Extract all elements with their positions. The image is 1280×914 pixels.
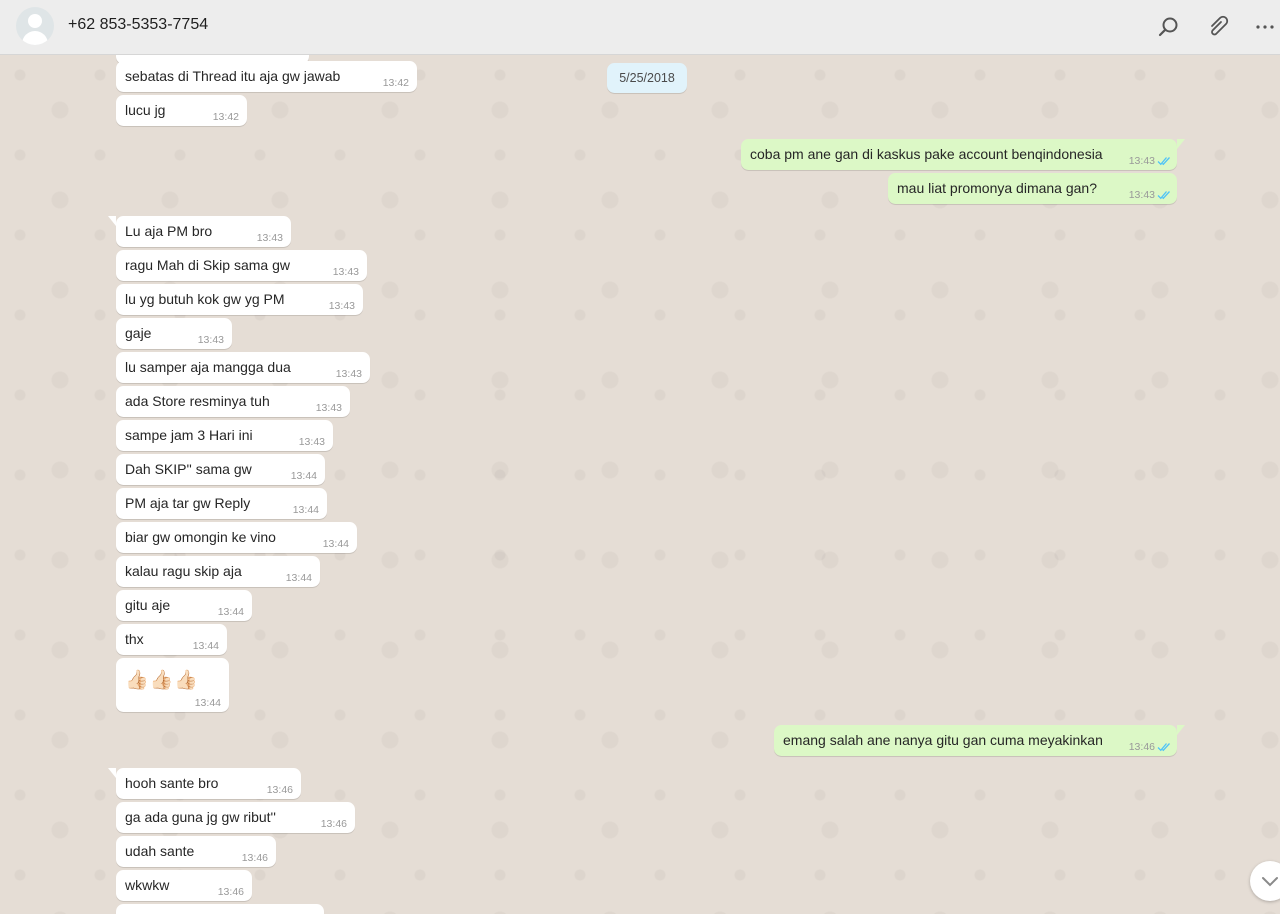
message-incoming[interactable]: lu samper aja mangga dua 13:43: [116, 352, 370, 383]
message-incoming[interactable]: biar gw omongin ke vino 13:44: [116, 522, 357, 553]
bubble-tail: [108, 216, 116, 226]
message-time: 13:44: [285, 572, 312, 584]
message-text: kalau ragu skip aja: [125, 563, 242, 579]
message-time: 13:42: [382, 77, 409, 89]
message-time: 13:44: [192, 640, 219, 652]
message-text: Lu aja PM bro: [125, 223, 213, 239]
message-time: 13:46: [266, 784, 293, 796]
message-incoming[interactable]: Lu aja PM bro 13:43: [108, 216, 291, 247]
message-time: 13:43: [315, 402, 342, 414]
message-time: 13:43: [1128, 155, 1155, 167]
message-text: thx: [125, 631, 144, 647]
message-incoming[interactable]: kalau ragu skip aja 13:44: [116, 556, 320, 587]
message-incoming[interactable]: lu yg butuh kok gw yg PM 13:43: [116, 284, 363, 315]
message-incoming[interactable]: gitu aje 13:44: [116, 590, 252, 621]
date-divider: 5/25/2018: [607, 63, 687, 93]
message-time: 13:44: [322, 538, 349, 550]
message-outgoing[interactable]: mau liat promonya dimana gan? 13:43: [888, 173, 1177, 204]
message-time: 13:44: [194, 697, 221, 709]
message-time: 13:43: [335, 368, 362, 380]
message-time: 13:42: [212, 111, 239, 123]
attach-icon[interactable]: [1204, 14, 1230, 40]
message-time: 13:44: [290, 470, 317, 482]
message-text: biar gw omongin ke vino: [125, 529, 276, 545]
message-text: coba pm ane gan di kaskus pake account b…: [750, 146, 1103, 162]
chevron-down-icon: [1262, 877, 1278, 887]
thumbs-up-emoji: 👍🏻👍🏻👍🏻: [125, 670, 199, 691]
message-text: sebatas di Thread itu aja gw jawab: [125, 68, 341, 84]
message-time: 13:43: [197, 334, 224, 346]
contact-avatar[interactable]: [16, 7, 54, 45]
chat-panel[interactable]: 5/25/2018 sebatas di Thread itu aja gw j…: [0, 55, 1280, 914]
message-time: 13:44: [292, 504, 319, 516]
message-text: gitu aje: [125, 597, 171, 613]
message-text: lu yg butuh kok gw yg PM: [125, 291, 285, 307]
message-time: 13:43: [332, 266, 359, 278]
message-outgoing[interactable]: emang salah ane nanya gitu gan cuma meya…: [774, 725, 1185, 756]
message-time: 13:46: [320, 818, 347, 830]
message-text: sampe jam 3 Hari ini: [125, 427, 253, 443]
message-text: mau liat promonya dimana gan?: [897, 180, 1098, 196]
message-incoming[interactable]: Dah SKIP'' sama gw 13:44: [116, 454, 325, 485]
avatar-body-shape: [22, 31, 48, 45]
double-check-icon: [1157, 743, 1170, 752]
message-incoming[interactable]: wkwkw 13:46: [116, 870, 252, 901]
bubble-tail: [108, 768, 116, 778]
message-incoming[interactable]: PM aja tar gw Reply 13:44: [116, 488, 327, 519]
message-incoming[interactable]: ada Store resminya tuh 13:43: [116, 386, 350, 417]
message-time: 13:43: [328, 300, 355, 312]
message-incoming[interactable]: ga ada guna jg gw ribut'' 13:46: [116, 802, 355, 833]
avatar-head-shape: [28, 14, 42, 28]
message-text: hooh sante bro: [125, 775, 219, 791]
message-incoming[interactable]: thx 13:44: [116, 624, 227, 655]
chat-header: +62 853-5353-7754: [0, 0, 1280, 55]
double-check-icon: [1157, 191, 1170, 200]
message-time: 13:46: [217, 886, 244, 898]
message-text: lu samper aja mangga dua: [125, 359, 291, 375]
message-text: lucu jg: [125, 102, 166, 118]
double-check-icon: [1157, 157, 1170, 166]
menu-icon[interactable]: [1252, 14, 1278, 40]
message-time: 13:43: [298, 436, 325, 448]
message-text: wkwkw: [125, 877, 170, 893]
message-text: PM aja tar gw Reply: [125, 495, 251, 511]
message-text: ragu Mah di Skip sama gw: [125, 257, 290, 273]
message-incoming[interactable]: sampe jam 3 Hari ini 13:43: [116, 420, 333, 451]
message-incoming[interactable]: ragu Mah di Skip sama gw 13:43: [116, 250, 367, 281]
message-incoming[interactable]: gaje 13:43: [116, 318, 232, 349]
message-incoming[interactable]: lucu jg 13:42: [116, 95, 247, 126]
message-text: udah sante: [125, 843, 195, 859]
bubble-tail: [1177, 139, 1185, 149]
search-icon[interactable]: [1156, 14, 1182, 40]
message-text: ga ada guna jg gw ribut'': [125, 809, 276, 825]
message-text: ada Store resminya tuh: [125, 393, 270, 409]
scroll-to-bottom-button[interactable]: [1250, 861, 1280, 901]
message-time: 13:43: [1128, 189, 1155, 201]
message-time: 13:46: [1128, 741, 1155, 753]
message-time: 13:44: [217, 606, 244, 618]
message-time: 13:43: [256, 232, 283, 244]
message-text: emang salah ane nanya gitu gan cuma meya…: [783, 732, 1103, 748]
message-text: gaje: [125, 325, 152, 341]
message-incoming[interactable]: udah sante 13:46: [116, 836, 276, 867]
message-text: Dah SKIP'' sama gw: [125, 461, 252, 477]
cut-off-message: [116, 904, 324, 914]
message-incoming[interactable]: hooh sante bro 13:46: [108, 768, 301, 799]
message-incoming[interactable]: 👍🏻👍🏻👍🏻 13:44: [116, 658, 229, 712]
contact-name[interactable]: +62 853-5353-7754: [68, 16, 208, 34]
message-outgoing[interactable]: coba pm ane gan di kaskus pake account b…: [741, 139, 1185, 170]
bubble-tail: [1177, 725, 1185, 735]
message-time: 13:46: [241, 852, 268, 864]
message-incoming[interactable]: sebatas di Thread itu aja gw jawab 13:42: [116, 61, 417, 92]
